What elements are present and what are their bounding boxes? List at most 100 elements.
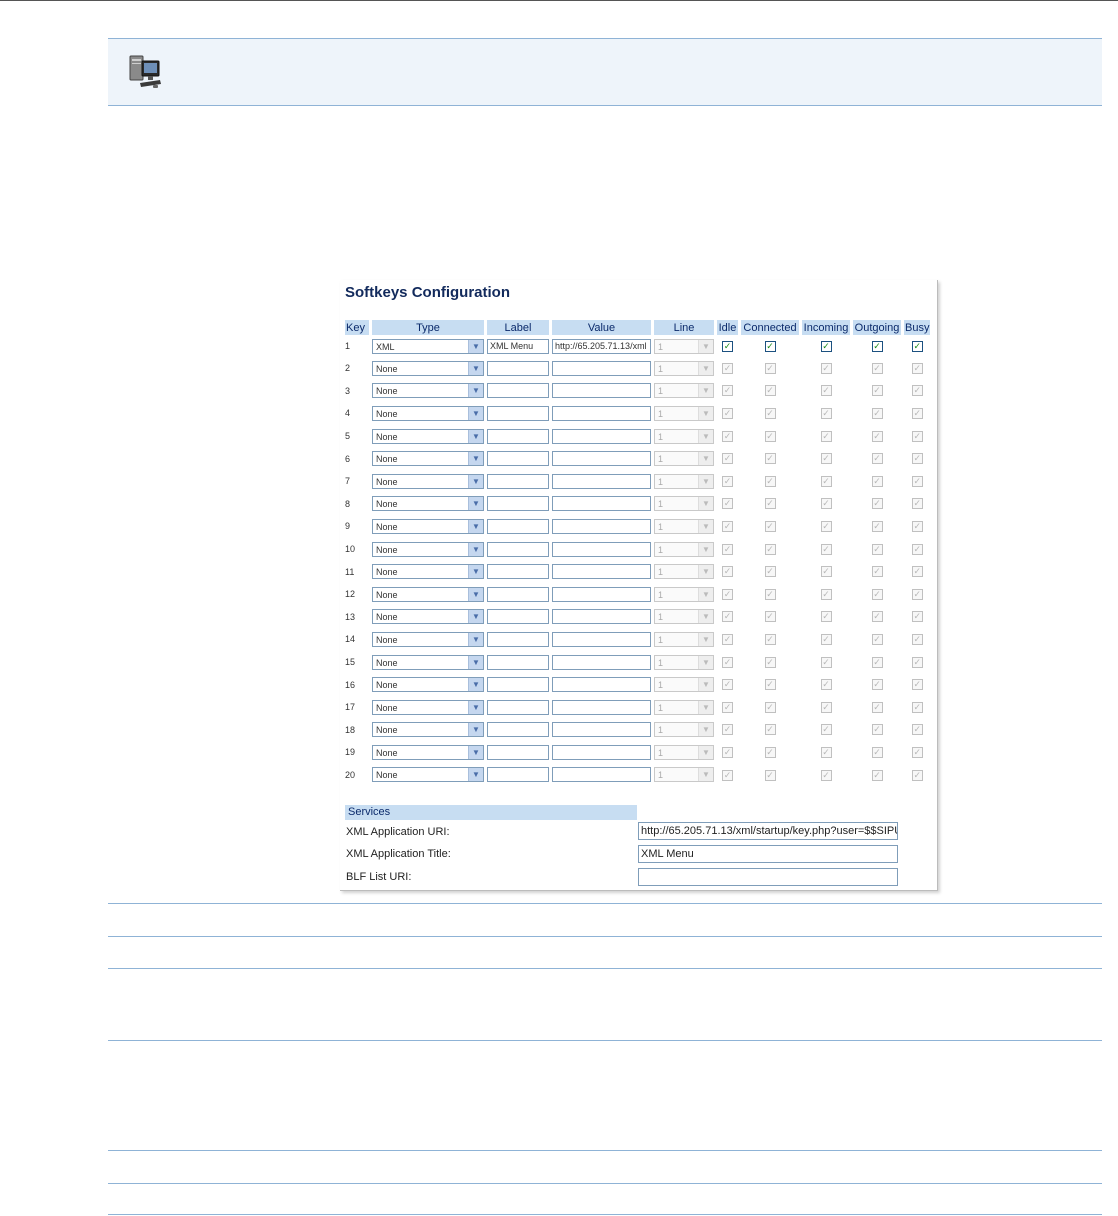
outgoing-checkbox[interactable]: ✓ xyxy=(871,679,883,691)
softkey-label-input[interactable]: XML Menu xyxy=(487,338,549,354)
softkey-value-input[interactable] xyxy=(552,451,651,467)
softkey-label-input[interactable] xyxy=(487,451,549,467)
busy-checkbox[interactable]: ✓ xyxy=(911,588,923,600)
busy-checkbox[interactable]: ✓ xyxy=(911,746,923,758)
softkey-label-input[interactable] xyxy=(487,518,549,534)
softkey-label-input[interactable] xyxy=(487,722,549,738)
idle-checkbox[interactable]: ✓ xyxy=(722,362,733,374)
outgoing-checkbox[interactable]: ✓ xyxy=(871,701,883,713)
incoming-checkbox[interactable]: ✓ xyxy=(820,566,832,578)
outgoing-checkbox[interactable]: ✓ xyxy=(871,633,883,645)
softkey-value-input[interactable] xyxy=(552,428,651,444)
idle-checkbox[interactable]: ✓ xyxy=(722,521,733,533)
incoming-checkbox[interactable]: ✓ xyxy=(820,633,832,645)
incoming-checkbox[interactable]: ✓ xyxy=(820,362,832,374)
busy-checkbox[interactable]: ✓ xyxy=(911,633,923,645)
busy-checkbox[interactable]: ✓ xyxy=(911,430,923,442)
busy-checkbox[interactable]: ✓ xyxy=(911,408,923,420)
softkey-value-input[interactable] xyxy=(552,609,651,625)
softkey-label-input[interactable] xyxy=(487,586,549,602)
incoming-checkbox[interactable]: ✓ xyxy=(820,498,832,510)
blf-list-uri-input[interactable] xyxy=(638,868,898,886)
idle-checkbox[interactable]: ✓ xyxy=(722,701,733,713)
softkey-value-input[interactable] xyxy=(552,383,651,399)
connected-checkbox[interactable]: ✓ xyxy=(764,475,776,487)
busy-checkbox[interactable]: ✓ xyxy=(911,611,923,623)
outgoing-checkbox[interactable]: ✓ xyxy=(871,611,883,623)
softkey-line-select[interactable]: 1 ▼ xyxy=(654,473,714,489)
softkey-line-select[interactable]: 1 ▼ xyxy=(654,338,714,354)
connected-checkbox[interactable]: ✓ xyxy=(764,746,776,758)
softkey-value-input[interactable] xyxy=(552,541,651,557)
connected-checkbox[interactable]: ✓ xyxy=(764,385,776,397)
softkey-type-select[interactable]: None ▼ xyxy=(372,654,484,670)
softkey-label-input[interactable] xyxy=(487,473,549,489)
connected-checkbox[interactable]: ✓ xyxy=(764,521,776,533)
softkey-line-select[interactable]: 1 ▼ xyxy=(654,699,714,715)
incoming-checkbox[interactable]: ✓ xyxy=(820,769,832,781)
incoming-checkbox[interactable]: ✓ xyxy=(820,746,832,758)
connected-checkbox[interactable]: ✓ xyxy=(764,611,776,623)
busy-checkbox[interactable]: ✓ xyxy=(911,543,923,555)
softkey-value-input[interactable] xyxy=(552,654,651,670)
softkey-value-input[interactable] xyxy=(552,677,651,693)
softkey-value-input[interactable] xyxy=(552,496,651,512)
idle-checkbox[interactable]: ✓ xyxy=(722,340,733,352)
outgoing-checkbox[interactable]: ✓ xyxy=(871,430,883,442)
softkey-line-select[interactable]: 1 ▼ xyxy=(654,586,714,602)
incoming-checkbox[interactable]: ✓ xyxy=(820,543,832,555)
softkey-value-input[interactable] xyxy=(552,473,651,489)
outgoing-checkbox[interactable]: ✓ xyxy=(871,588,883,600)
outgoing-checkbox[interactable]: ✓ xyxy=(871,340,883,352)
softkey-line-select[interactable]: 1 ▼ xyxy=(654,722,714,738)
softkey-line-select[interactable]: 1 ▼ xyxy=(654,518,714,534)
outgoing-checkbox[interactable]: ✓ xyxy=(871,656,883,668)
softkey-value-input[interactable] xyxy=(552,518,651,534)
softkey-type-select[interactable]: None ▼ xyxy=(372,360,484,376)
softkey-label-input[interactable] xyxy=(487,631,549,647)
busy-checkbox[interactable]: ✓ xyxy=(911,385,923,397)
softkey-line-select[interactable]: 1 ▼ xyxy=(654,451,714,467)
softkey-label-input[interactable] xyxy=(487,699,549,715)
softkey-type-select[interactable]: None ▼ xyxy=(372,631,484,647)
connected-checkbox[interactable]: ✓ xyxy=(764,679,776,691)
connected-checkbox[interactable]: ✓ xyxy=(764,340,776,352)
softkey-label-input[interactable] xyxy=(487,677,549,693)
idle-checkbox[interactable]: ✓ xyxy=(722,633,733,645)
outgoing-checkbox[interactable]: ✓ xyxy=(871,362,883,374)
connected-checkbox[interactable]: ✓ xyxy=(764,453,776,465)
busy-checkbox[interactable]: ✓ xyxy=(911,453,923,465)
incoming-checkbox[interactable]: ✓ xyxy=(820,679,832,691)
outgoing-checkbox[interactable]: ✓ xyxy=(871,453,883,465)
busy-checkbox[interactable]: ✓ xyxy=(911,340,923,352)
softkey-value-input[interactable] xyxy=(552,586,651,602)
softkey-label-input[interactable] xyxy=(487,383,549,399)
softkey-line-select[interactable]: 1 ▼ xyxy=(654,609,714,625)
connected-checkbox[interactable]: ✓ xyxy=(764,408,776,420)
busy-checkbox[interactable]: ✓ xyxy=(911,769,923,781)
idle-checkbox[interactable]: ✓ xyxy=(722,498,733,510)
softkey-value-input[interactable] xyxy=(552,564,651,580)
incoming-checkbox[interactable]: ✓ xyxy=(820,611,832,623)
softkey-type-select[interactable]: None ▼ xyxy=(372,564,484,580)
connected-checkbox[interactable]: ✓ xyxy=(764,769,776,781)
idle-checkbox[interactable]: ✓ xyxy=(722,543,733,555)
busy-checkbox[interactable]: ✓ xyxy=(911,656,923,668)
connected-checkbox[interactable]: ✓ xyxy=(764,633,776,645)
softkey-type-select[interactable]: None ▼ xyxy=(372,767,484,783)
softkey-label-input[interactable] xyxy=(487,767,549,783)
softkey-line-select[interactable]: 1 ▼ xyxy=(654,767,714,783)
softkey-value-input[interactable] xyxy=(552,722,651,738)
xml-application-uri-input[interactable]: http://65.205.71.13/xml/startup/key.php?… xyxy=(638,822,898,840)
softkey-value-input[interactable] xyxy=(552,744,651,760)
softkey-line-select[interactable]: 1 ▼ xyxy=(654,564,714,580)
busy-checkbox[interactable]: ✓ xyxy=(911,498,923,510)
softkey-type-select[interactable]: None ▼ xyxy=(372,383,484,399)
softkey-line-select[interactable]: 1 ▼ xyxy=(654,383,714,399)
softkey-value-input[interactable] xyxy=(552,360,651,376)
softkey-line-select[interactable]: 1 ▼ xyxy=(654,631,714,647)
idle-checkbox[interactable]: ✓ xyxy=(722,679,733,691)
connected-checkbox[interactable]: ✓ xyxy=(764,656,776,668)
incoming-checkbox[interactable]: ✓ xyxy=(820,588,832,600)
softkey-line-select[interactable]: 1 ▼ xyxy=(654,654,714,670)
